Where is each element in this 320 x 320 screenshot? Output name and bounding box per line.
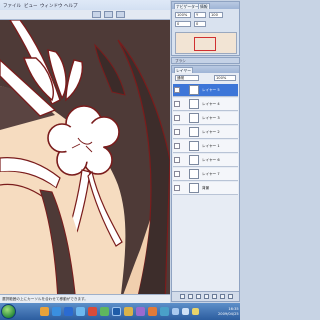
layer-name: レイヤー 1 (202, 144, 220, 148)
tray-clock[interactable]: 16:35 2009/04/25 (218, 307, 239, 316)
app-icon[interactable] (124, 307, 133, 316)
eye-icon[interactable] (174, 157, 180, 163)
layer-thumbnail (189, 127, 199, 137)
value-field-3[interactable]: 0 (175, 21, 191, 27)
tool-mode-icon[interactable] (116, 11, 125, 18)
menu-help[interactable]: ヘルプ (64, 3, 78, 9)
layer-name: 背景 (202, 186, 210, 190)
menu-view[interactable]: ビュー (24, 3, 38, 9)
layer-row[interactable]: レイヤー 5 (173, 84, 238, 97)
app-icon[interactable] (136, 307, 145, 316)
navigator-tabs: ナビゲーター 情報 (172, 2, 239, 9)
document-canvas[interactable] (0, 20, 170, 303)
tab-navigator[interactable]: ナビゲーター (174, 3, 201, 9)
layer-thumbnail (189, 113, 199, 123)
new-layer-icon[interactable] (220, 294, 225, 299)
layer-row[interactable]: レイヤー 3 (173, 112, 238, 125)
layer-name: レイヤー 2 (202, 130, 220, 134)
layers-tabs: レイヤー (172, 66, 239, 73)
tab-info[interactable]: 情報 (198, 3, 210, 9)
layer-name: レイヤー 3 (202, 116, 220, 120)
brush-panel[interactable]: ブラシ (171, 57, 240, 64)
tool-option-icon[interactable] (104, 11, 113, 18)
layer-name: レイヤー 7 (202, 172, 220, 176)
navigator-panel: ナビゲーター 情報 100% Y 100 0 0 (171, 1, 240, 56)
taskbar: 16:35 2009/04/25 (0, 303, 240, 320)
layer-thumbnail (189, 99, 199, 109)
app-icon[interactable] (88, 307, 97, 316)
opacity-field[interactable]: 100% (214, 75, 236, 81)
layer-name: レイヤー 4 (202, 102, 220, 106)
eye-icon[interactable] (174, 171, 180, 177)
eye-icon[interactable] (174, 129, 180, 135)
value-field-2[interactable]: 100 (209, 12, 223, 18)
value-field-1[interactable]: Y (194, 12, 206, 18)
eye-icon[interactable] (174, 185, 180, 191)
folder-icon[interactable] (212, 294, 217, 299)
layer-name: レイヤー 5 (202, 88, 220, 92)
tab-layers[interactable]: レイヤー (174, 67, 194, 73)
clock-date: 2009/04/25 (218, 311, 239, 316)
layer-row[interactable]: レイヤー 4 (173, 98, 238, 111)
layers-panel: レイヤー 通常 100% レイヤー 5 レイヤー 4 レイヤー 3 レイヤー 2… (171, 65, 240, 302)
zoom-field[interactable]: 100% (175, 12, 191, 18)
link-icon[interactable] (180, 294, 185, 299)
layers-footer (172, 291, 239, 301)
layer-row[interactable]: レイヤー 6 (173, 154, 238, 167)
layer-row[interactable]: 背景 (173, 182, 238, 195)
app-icon[interactable] (76, 307, 85, 316)
navigator-thumbnail[interactable] (175, 32, 237, 54)
network-icon[interactable] (172, 308, 179, 315)
app-icon[interactable] (160, 307, 169, 316)
eye-icon[interactable] (174, 143, 180, 149)
app-icon[interactable] (64, 307, 73, 316)
layer-row[interactable]: レイヤー 7 (173, 168, 238, 181)
tray-icon[interactable] (192, 308, 199, 315)
eye-icon[interactable] (174, 87, 180, 93)
adjustment-icon[interactable] (204, 294, 209, 299)
layer-thumbnail (189, 169, 199, 179)
photoshop-icon[interactable] (112, 307, 121, 316)
status-text: 選択範囲の上にカーソルを合わせて移動ができます。 (2, 297, 88, 301)
tool-preset-icon[interactable] (92, 11, 101, 18)
start-button[interactable] (1, 304, 16, 319)
layer-row[interactable]: レイヤー 1 (173, 140, 238, 153)
view-rectangle[interactable] (194, 37, 216, 51)
folder-icon[interactable] (40, 307, 49, 316)
fx-icon[interactable] (188, 294, 193, 299)
browser-icon[interactable] (52, 307, 61, 316)
blend-mode-select[interactable]: 通常 (175, 75, 199, 81)
trash-icon[interactable] (228, 294, 233, 299)
menu-window[interactable]: ウィンドウ (40, 3, 63, 9)
menu-file[interactable]: ファイル (3, 3, 21, 9)
layer-thumbnail (189, 141, 199, 151)
layer-row[interactable]: レイヤー 2 (173, 126, 238, 139)
layer-thumbnail (189, 183, 199, 193)
app-icon[interactable] (100, 307, 109, 316)
mask-icon[interactable] (196, 294, 201, 299)
layer-name: レイヤー 6 (202, 158, 220, 162)
volume-icon[interactable] (182, 308, 189, 315)
eye-icon[interactable] (174, 115, 180, 121)
eye-icon[interactable] (174, 101, 180, 107)
layer-thumbnail (189, 155, 199, 165)
app-icon[interactable] (148, 307, 157, 316)
brush-panel-label: ブラシ (175, 59, 186, 63)
options-bar (0, 10, 170, 20)
layer-thumbnail (189, 85, 199, 95)
artwork-image (0, 20, 170, 303)
value-field-4[interactable]: 0 (194, 21, 206, 27)
